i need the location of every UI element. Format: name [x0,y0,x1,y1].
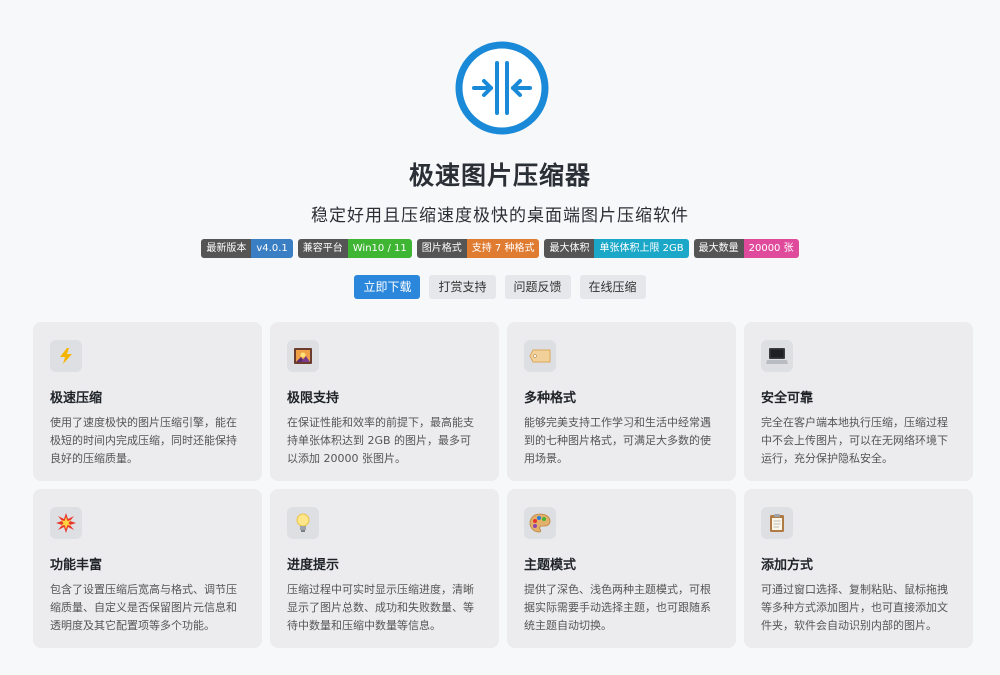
badge-key: 最新版本 [201,239,252,258]
feature-title: 添加方式 [761,558,814,573]
badge-value: v4.0.1 [251,239,293,258]
lightning-icon [50,340,82,372]
donate-button[interactable]: 打赏支持 [429,275,496,299]
download-button[interactable]: 立即下载 [354,275,421,299]
feature-card: 功能丰富 包含了设置压缩后宽高与格式、调节压缩质量、自定义是否保留图片元信息和透… [33,489,262,648]
feedback-button[interactable]: 问题反馈 [504,275,571,299]
badge-row: 最新版本 v4.0.1 兼容平台 Win10 / 11 图片格式 支持 7 种格… [0,239,1000,258]
badge-format: 图片格式 支持 7 种格式 [416,239,540,258]
online-compress-button[interactable]: 在线压缩 [579,275,646,299]
picture-icon [287,340,319,372]
feature-card: 极速压缩 使用了速度极快的图片压缩引擎，能在极短的时间内完成压缩，同时还能保持良… [33,322,262,481]
badge-value: 20000 张 [743,239,799,258]
badge-value: 单张体积上限 2GB [594,239,689,258]
badge-platform: 兼容平台 Win10 / 11 [297,239,412,258]
feature-card: 多种格式 能够完美支持工作学习和生活中经常遇到的七种图片格式，可满足大多数的使用… [507,322,736,481]
app-logo-icon [455,41,549,135]
feature-title: 极速压缩 [50,391,103,406]
badge-max-count: 最大数量 20000 张 [693,239,799,258]
feature-title: 安全可靠 [761,391,814,406]
laptop-icon [761,340,793,372]
lightbulb-icon [287,507,319,539]
feature-title: 主题模式 [524,558,577,573]
badge-version: 最新版本 v4.0.1 [201,239,293,258]
feature-card: 添加方式 可通过窗口选择、复制粘贴、鼠标拖拽等多种方式添加图片，也可直接添加文件… [744,489,973,648]
feature-desc: 可通过窗口选择、复制粘贴、鼠标拖拽等多种方式添加图片，也可直接添加文件夹，软件会… [761,583,948,632]
badge-key: 图片格式 [416,239,467,258]
palette-icon [524,507,556,539]
app-title: 极速图片压缩器 [408,161,591,190]
feature-card: 进度提示 压缩过程中可实时显示压缩进度，清晰显示了图片总数、成功和失败数量、等待… [270,489,499,648]
clipboard-icon [761,507,793,539]
feature-title: 多种格式 [524,391,577,406]
badge-key: 最大体积 [544,239,595,258]
app-subtitle: 稳定好用且压缩速度极快的桌面端图片压缩软件 [311,206,689,226]
feature-card: 安全可靠 完全在客户端本地执行压缩，压缩过程中不会上传图片，可以在无网络环境下运… [744,322,973,481]
badge-value: 支持 7 种格式 [466,239,540,258]
feature-desc: 包含了设置压缩后宽高与格式、调节压缩质量、自定义是否保留图片元信息和透明度及其它… [50,583,237,632]
feature-title: 进度提示 [287,558,340,573]
feature-desc: 完全在客户端本地执行压缩，压缩过程中不会上传图片，可以在无网络环境下运行，充分保… [761,416,948,465]
feature-title: 功能丰富 [50,558,103,573]
badge-max-size: 最大体积 单张体积上限 2GB [544,239,689,258]
feature-desc: 能够完美支持工作学习和生活中经常遇到的七种图片格式，可满足大多数的使用场景。 [524,416,711,465]
feature-desc: 在保证性能和效率的前提下，最高能支持单张体积达到 2GB 的图片，最多可以添加 … [287,416,474,465]
feature-card: 极限支持 在保证性能和效率的前提下，最高能支持单张体积达到 2GB 的图片，最多… [270,322,499,481]
badge-value: Win10 / 11 [347,239,412,258]
explosion-icon [50,507,82,539]
badge-key: 最大数量 [693,239,744,258]
feature-grid: 极速压缩 使用了速度极快的图片压缩引擎，能在极短的时间内完成压缩，同时还能保持良… [33,322,973,648]
feature-desc: 压缩过程中可实时显示压缩进度，清晰显示了图片总数、成功和失败数量、等待中数量和压… [287,583,474,632]
tag-icon [524,340,556,372]
feature-title: 极限支持 [287,391,340,406]
action-buttons: 立即下载 打赏支持 问题反馈 在线压缩 [0,275,1000,299]
badge-key: 兼容平台 [297,239,348,258]
feature-desc: 提供了深色、浅色两种主题模式，可根据实际需要手动选择主题，也可跟随系统主题自动切… [524,583,711,632]
feature-card: 主题模式 提供了深色、浅色两种主题模式，可根据实际需要手动选择主题，也可跟随系统… [507,489,736,648]
feature-desc: 使用了速度极快的图片压缩引擎，能在极短的时间内完成压缩，同时还能保持良好的压缩质… [50,416,237,465]
